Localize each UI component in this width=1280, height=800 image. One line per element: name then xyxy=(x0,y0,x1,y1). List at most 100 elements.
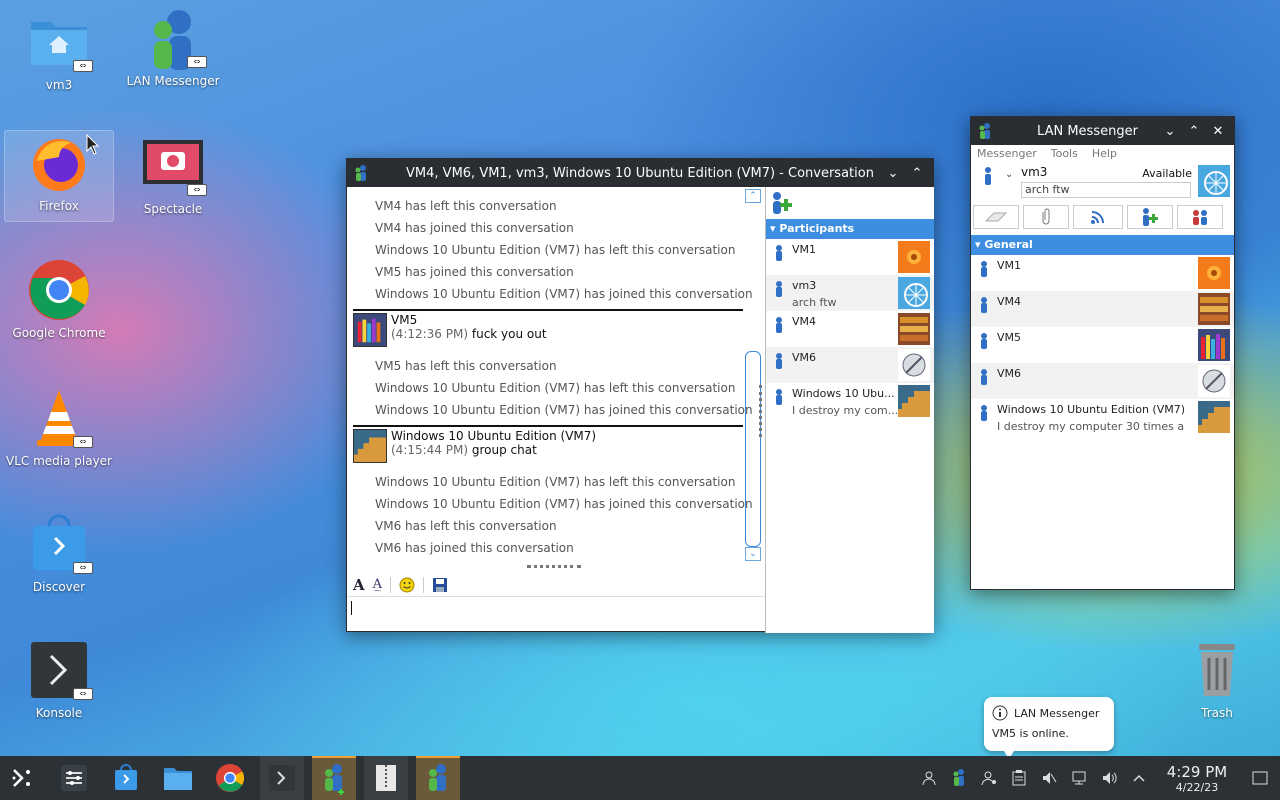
desktop-icon-konsole[interactable]: ⇔ Konsole xyxy=(4,638,114,720)
participant-row[interactable]: VM4 xyxy=(766,311,934,347)
person-icon xyxy=(981,297,987,313)
contact-row[interactable]: VM5 xyxy=(971,327,1234,363)
system-event: Windows 10 Ubuntu Edition (VM7) has join… xyxy=(375,497,753,511)
system-event: VM4 has joined this conversation xyxy=(375,221,574,235)
eraser-icon xyxy=(984,212,1008,222)
tray-expand-icon[interactable] xyxy=(1124,756,1154,800)
maximize-button[interactable]: ⌃ xyxy=(1184,121,1204,141)
taskbar-chrome[interactable] xyxy=(208,756,252,800)
taskbar-discover[interactable] xyxy=(104,756,148,800)
contact-row[interactable]: VM1 xyxy=(971,255,1234,291)
maximize-button[interactable]: ⌃ xyxy=(907,163,927,183)
desktop-icon-chrome[interactable]: Google Chrome xyxy=(4,258,114,340)
contact-row[interactable]: VM6 xyxy=(971,363,1234,399)
messenger-window: LAN Messenger ⌄ ⌃ ✕ Messenger Tools Help… xyxy=(970,116,1235,590)
kde-connect-icon[interactable] xyxy=(974,756,1004,800)
notification-popup[interactable]: LAN Messenger VM5 is online. xyxy=(984,697,1114,759)
taskbar-archive-manager[interactable] xyxy=(364,756,408,800)
status-dropdown-icon[interactable]: ⌄ xyxy=(1005,169,1013,180)
chat-scrollbar[interactable]: ⌃ ⌄ xyxy=(745,189,761,561)
app-launcher-button[interactable] xyxy=(0,756,44,800)
minimize-button[interactable]: ⌄ xyxy=(883,163,903,183)
home-folder-icon: ⇔ xyxy=(27,10,93,74)
desktop-icon-lan-messenger[interactable]: ⇔ LAN Messenger xyxy=(118,6,228,88)
scroll-down-button[interactable]: ⌄ xyxy=(745,547,761,561)
muted-audio-icon[interactable] xyxy=(1034,756,1064,800)
taskbar-system-settings[interactable] xyxy=(52,756,96,800)
message-time: (4:12:36 PM) xyxy=(391,327,469,341)
system-tray: 4:29 PM 4/22/23 xyxy=(914,756,1280,800)
scroll-up-button[interactable]: ⌃ xyxy=(745,189,761,203)
system-event: VM4 has left this conversation xyxy=(375,199,557,213)
smiley-icon[interactable] xyxy=(399,577,415,593)
user-name: vm3 xyxy=(1021,165,1048,179)
rss-icon xyxy=(1091,211,1104,224)
participants-header[interactable]: ▾ Participants xyxy=(766,219,934,239)
volume-icon[interactable] xyxy=(1094,756,1124,800)
participant-row[interactable]: vm3 arch ftw xyxy=(766,275,934,311)
person-icon xyxy=(981,261,987,277)
clipboard-icon[interactable] xyxy=(1004,756,1034,800)
participant-row[interactable]: VM1 xyxy=(766,239,934,275)
desktop-icon-home[interactable]: ⇔ vm3 xyxy=(4,10,114,92)
broadcast-button[interactable] xyxy=(973,205,1019,229)
menu-help[interactable]: Help xyxy=(1092,145,1117,163)
font-color-icon[interactable]: A̲ xyxy=(373,577,382,592)
desktop-icon-vlc[interactable]: ⇔ VLC media player xyxy=(4,386,114,468)
participant-row[interactable]: VM6 xyxy=(766,347,934,383)
splitter-handle-vertical[interactable] xyxy=(759,385,763,437)
group-chat-button[interactable] xyxy=(1177,205,1223,229)
scroll-thumb[interactable] xyxy=(745,351,761,547)
attach-button[interactable] xyxy=(1023,205,1069,229)
menu-tools[interactable]: Tools xyxy=(1051,145,1078,163)
digital-clock[interactable]: 4:29 PM 4/22/23 xyxy=(1154,756,1240,800)
save-icon[interactable] xyxy=(432,577,448,593)
avatar xyxy=(1198,257,1230,289)
messenger-titlebar[interactable]: LAN Messenger ⌄ ⌃ ✕ xyxy=(971,117,1234,145)
system-event: Windows 10 Ubuntu Edition (VM7) has join… xyxy=(375,403,753,417)
add-contact-button[interactable] xyxy=(1127,205,1173,229)
desktop-icon-spectacle[interactable]: ⇔ Spectacle xyxy=(118,134,228,216)
avatar xyxy=(353,313,387,347)
conversation-titlebar[interactable]: VM4, VM6, VM1, vm3, Windows 10 Ubuntu Ed… xyxy=(347,159,933,187)
close-button[interactable]: ✕ xyxy=(1208,121,1228,141)
desktop-icon-trash[interactable]: Trash xyxy=(1162,638,1272,720)
splitter-handle[interactable] xyxy=(527,565,581,569)
font-icon[interactable]: A xyxy=(353,576,365,594)
tray-lan-messenger-icon[interactable] xyxy=(944,756,974,800)
taskbar-lan-messenger[interactable] xyxy=(416,756,460,800)
avatar xyxy=(353,429,387,463)
avatar xyxy=(898,349,930,381)
chat-log[interactable]: VM4 has left this conversation VM4 has j… xyxy=(347,187,765,565)
message-input[interactable] xyxy=(347,597,765,631)
group-header[interactable]: ▾ General xyxy=(971,235,1234,255)
taskbar-konsole[interactable] xyxy=(260,756,304,800)
participant-row[interactable]: Windows 10 Ubu... I destroy my com... xyxy=(766,383,934,421)
user-switcher-icon[interactable] xyxy=(914,756,944,800)
menu-messenger[interactable]: Messenger xyxy=(977,145,1037,163)
avatar xyxy=(1198,401,1230,433)
lan-messenger-icon xyxy=(325,764,344,795)
show-desktop-icon[interactable] xyxy=(1240,756,1280,800)
add-participant-button[interactable] xyxy=(768,190,794,216)
discover-icon: ⇔ xyxy=(27,512,93,576)
system-event: Windows 10 Ubuntu Edition (VM7) has left… xyxy=(375,475,736,489)
firefox-icon xyxy=(27,131,91,195)
folder-icon xyxy=(164,768,192,790)
participants-panel: ▾ Participants VM1 vm3 arch ftw VM4 VM6 … xyxy=(766,187,934,633)
lan-messenger-icon xyxy=(979,123,990,139)
status-note-input[interactable]: arch ftw xyxy=(1021,182,1191,198)
lan-messenger-icon: ⇔ xyxy=(141,6,207,70)
status-person-icon[interactable] xyxy=(983,167,993,185)
network-icon[interactable] xyxy=(1064,756,1094,800)
taskbar-lan-messenger-conversation[interactable] xyxy=(312,756,356,800)
desktop-icon-discover[interactable]: ⇔ Discover xyxy=(4,512,114,594)
contact-row[interactable]: VM4 xyxy=(971,291,1234,327)
user-avatar[interactable] xyxy=(1198,165,1230,197)
rss-button[interactable] xyxy=(1073,205,1123,229)
lan-messenger-icon xyxy=(355,165,366,181)
availability-status[interactable]: Available xyxy=(1142,167,1192,180)
taskbar-file-manager[interactable] xyxy=(156,756,200,800)
minimize-button[interactable]: ⌄ xyxy=(1160,121,1180,141)
contact-row[interactable]: Windows 10 Ubuntu Edition (VM7) I destro… xyxy=(971,399,1234,435)
